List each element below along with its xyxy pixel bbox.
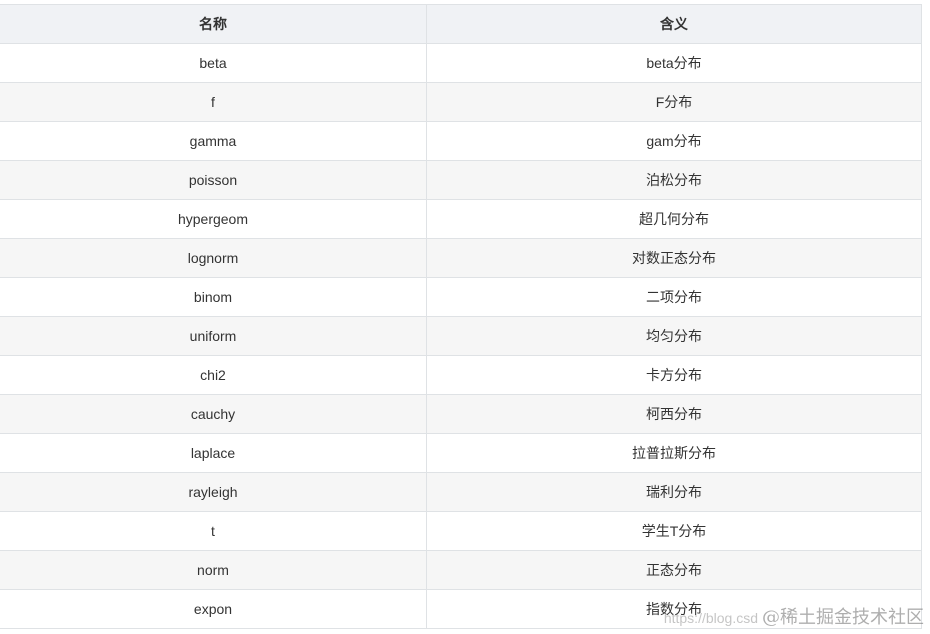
table-row: poisson 泊松分布 xyxy=(0,160,922,200)
cell-meaning: F分布 xyxy=(426,82,922,122)
cell-name: binom xyxy=(0,277,427,317)
page: 名称 含义 beta beta分布 f F分布 gamma gam分布 pois… xyxy=(0,0,930,634)
cell-name: chi2 xyxy=(0,355,427,395)
cell-meaning: 超几何分布 xyxy=(426,199,922,239)
table-row: beta beta分布 xyxy=(0,43,922,83)
cell-meaning: 拉普拉斯分布 xyxy=(426,433,922,473)
cell-meaning: gam分布 xyxy=(426,121,922,161)
cell-name: uniform xyxy=(0,316,427,356)
cell-name: gamma xyxy=(0,121,427,161)
table-row: cauchy 柯西分布 xyxy=(0,394,922,434)
cell-meaning: 卡方分布 xyxy=(426,355,922,395)
cell-meaning: 柯西分布 xyxy=(426,394,922,434)
watermark-brand: @稀土掘金技术社区 xyxy=(762,607,924,628)
cell-meaning: 学生T分布 xyxy=(426,511,922,551)
cell-name: beta xyxy=(0,43,427,83)
table-row: uniform 均匀分布 xyxy=(0,316,922,356)
cell-name: norm xyxy=(0,550,427,590)
cell-name: laplace xyxy=(0,433,427,473)
table-row: f F分布 xyxy=(0,82,922,122)
cell-meaning: 瑞利分布 xyxy=(426,472,922,512)
cell-meaning: 对数正态分布 xyxy=(426,238,922,278)
table-row: rayleigh 瑞利分布 xyxy=(0,472,922,512)
table-row: chi2 卡方分布 xyxy=(0,355,922,395)
cell-meaning: 泊松分布 xyxy=(426,160,922,200)
column-header-meaning: 含义 xyxy=(426,4,922,44)
cell-name: cauchy xyxy=(0,394,427,434)
cell-name: poisson xyxy=(0,160,427,200)
cell-name: expon xyxy=(0,589,427,629)
distribution-table: 名称 含义 beta beta分布 f F分布 gamma gam分布 pois… xyxy=(0,4,922,629)
table-body: beta beta分布 f F分布 gamma gam分布 poisson 泊松… xyxy=(0,43,922,629)
table-header-row: 名称 含义 xyxy=(0,4,922,44)
table-row: lognorm 对数正态分布 xyxy=(0,238,922,278)
cell-name: hypergeom xyxy=(0,199,427,239)
watermark: https://blog.csd @稀土掘金技术社区 xyxy=(664,603,924,629)
cell-name: lognorm xyxy=(0,238,427,278)
cell-meaning: 均匀分布 xyxy=(426,316,922,356)
cell-meaning: 二项分布 xyxy=(426,277,922,317)
table-row: gamma gam分布 xyxy=(0,121,922,161)
table-row: binom 二项分布 xyxy=(0,277,922,317)
cell-name: t xyxy=(0,511,427,551)
table-row: t 学生T分布 xyxy=(0,511,922,551)
cell-meaning: beta分布 xyxy=(426,43,922,83)
table-row: norm 正态分布 xyxy=(0,550,922,590)
cell-meaning: 正态分布 xyxy=(426,550,922,590)
watermark-url: https://blog.csd xyxy=(663,610,758,626)
column-header-name: 名称 xyxy=(0,4,427,44)
table-row: laplace 拉普拉斯分布 xyxy=(0,433,922,473)
cell-name: f xyxy=(0,82,427,122)
cell-name: rayleigh xyxy=(0,472,427,512)
table-row: hypergeom 超几何分布 xyxy=(0,199,922,239)
